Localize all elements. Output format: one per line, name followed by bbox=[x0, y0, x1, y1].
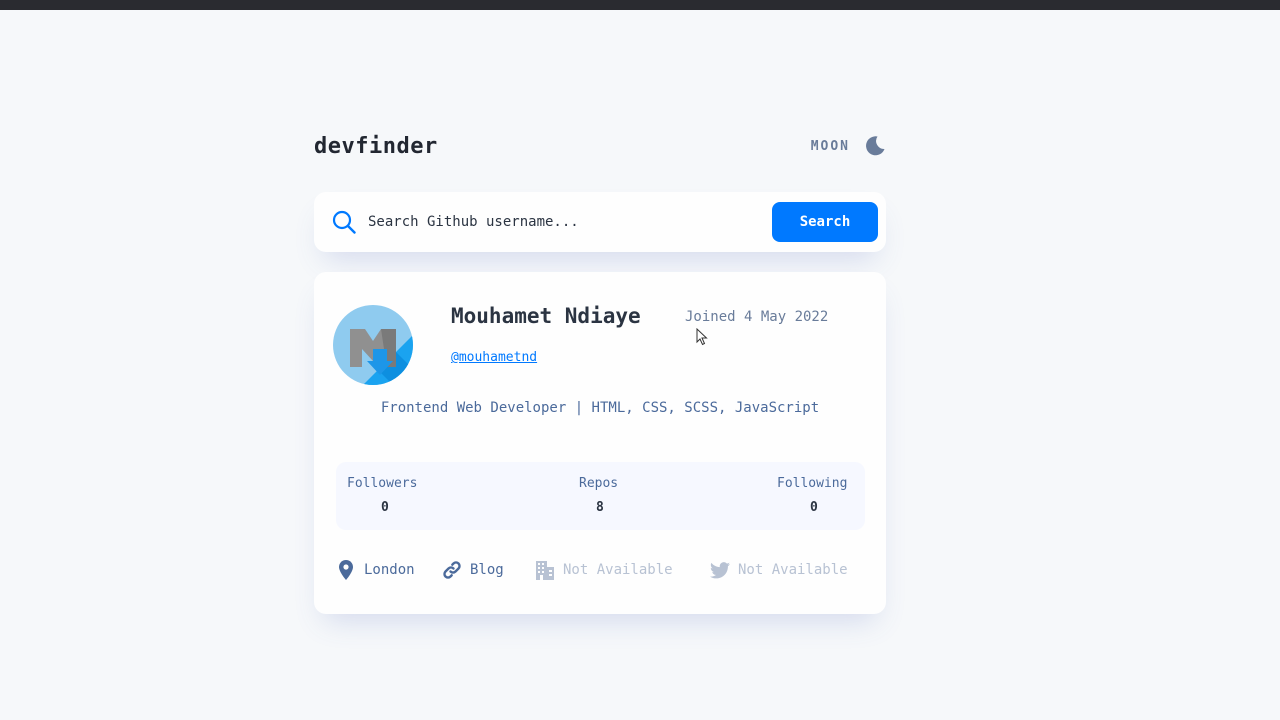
app-container: devfinder MOON Search Mouhamet Ndiaye bbox=[314, 128, 886, 614]
header: devfinder MOON bbox=[314, 128, 886, 164]
stat-repos-value: 8 bbox=[596, 500, 604, 515]
joined-date: Joined 4 May 2022 bbox=[685, 309, 829, 325]
blog-label: Blog bbox=[470, 562, 504, 578]
search-icon bbox=[332, 210, 356, 234]
window-top-bar bbox=[0, 0, 1280, 10]
stat-repos-label: Repos bbox=[579, 476, 619, 491]
twitter-icon bbox=[710, 560, 730, 580]
profile-login-link[interactable]: @mouhametnd bbox=[451, 350, 537, 365]
company-building-icon bbox=[535, 560, 555, 580]
theme-toggle-label: MOON bbox=[810, 138, 850, 154]
location-item: London bbox=[336, 558, 415, 582]
profile-card: Mouhamet Ndiaye Joined 4 May 2022 @mouha… bbox=[314, 272, 886, 614]
company-item: Not Available bbox=[535, 558, 673, 582]
twitter-label: Not Available bbox=[738, 562, 848, 578]
stat-followers-value: 0 bbox=[381, 500, 389, 515]
stat-following-label: Following bbox=[777, 476, 848, 491]
avatar bbox=[333, 305, 413, 385]
theme-toggle-button[interactable]: MOON bbox=[811, 135, 886, 157]
twitter-item: Not Available bbox=[710, 558, 848, 582]
stat-following-value: 0 bbox=[810, 500, 818, 515]
mouse-cursor-icon bbox=[696, 327, 708, 346]
blog-link[interactable]: Blog bbox=[442, 558, 504, 582]
search-input[interactable] bbox=[368, 202, 772, 242]
stats-panel: Followers 0 Repos 8 Following 0 bbox=[336, 462, 865, 530]
moon-icon bbox=[864, 135, 886, 157]
app-logo: devfinder bbox=[314, 133, 438, 159]
profile-name: Mouhamet Ndiaye bbox=[451, 304, 641, 328]
profile-bio: Frontend Web Developer | HTML, CSS, SCSS… bbox=[380, 400, 820, 416]
company-label: Not Available bbox=[563, 562, 673, 578]
link-icon bbox=[442, 560, 462, 580]
search-button[interactable]: Search bbox=[772, 202, 878, 242]
stat-followers-label: Followers bbox=[347, 476, 418, 491]
location-label: London bbox=[364, 562, 415, 578]
location-pin-icon bbox=[336, 560, 356, 580]
search-bar: Search bbox=[314, 192, 886, 252]
